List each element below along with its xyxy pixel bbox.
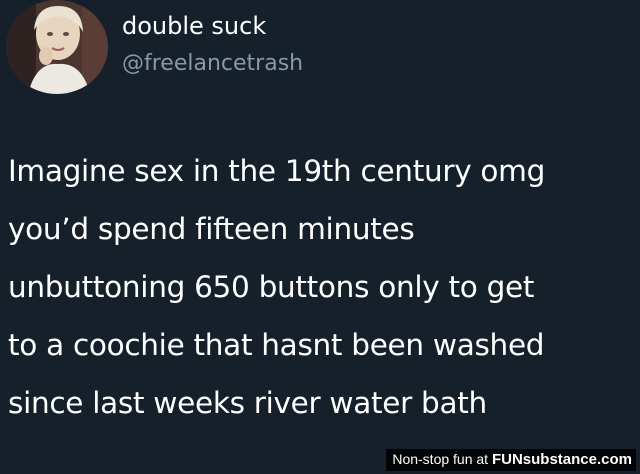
display-name[interactable]: double suck: [122, 12, 266, 40]
user-handle[interactable]: @freelancetrash: [122, 51, 303, 76]
tweet-text-line: to a coochie that hasnt been washed: [8, 328, 545, 362]
tweet-text-line: since last weeks river water bath: [8, 386, 487, 420]
watermark-brand: FUNsubstance.com: [491, 451, 632, 468]
tweet-text-line: Imagine sex in the 19th century omg: [8, 154, 546, 188]
site-watermark: Non-stop fun at FUNsubstance.com: [386, 449, 636, 471]
profile-photo-icon: [6, 0, 108, 94]
tweet-card: double suck @freelancetrash Imagine sex …: [0, 0, 640, 474]
tweet-text-line: you’d spend fifteen minutes: [8, 212, 415, 246]
tweet-text-line: unbuttoning 650 buttons only to get: [8, 270, 535, 304]
avatar[interactable]: [6, 0, 108, 94]
tweet-text: Imagine sex in the 19th century omg you’…: [8, 142, 638, 432]
watermark-prefix: Non-stop fun at: [392, 451, 492, 467]
